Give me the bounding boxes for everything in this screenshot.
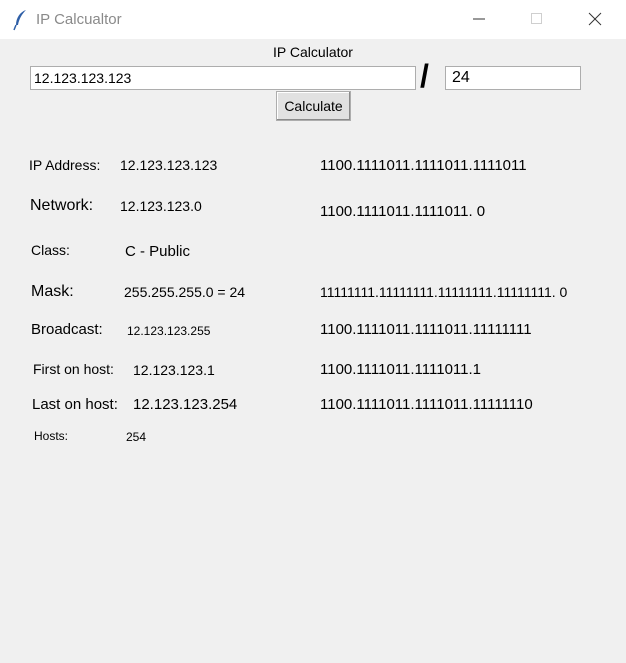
calculate-button[interactable]: Calculate [276, 91, 351, 121]
first-host-label: First on host: [33, 361, 114, 377]
prefix-length-input[interactable] [445, 66, 581, 90]
minimize-icon [473, 18, 485, 20]
hosts-label: Hosts: [34, 429, 69, 443]
ip-address-label: IP Address: [29, 157, 101, 173]
network-label: Network: [30, 197, 94, 214]
first-host-binary: 1100.1111011.1111011.1 [320, 361, 481, 378]
class-value: C - Public [125, 243, 191, 260]
minimize-button[interactable] [456, 0, 502, 39]
mask-binary: 11111111.11111111.11111111.11111111. 0 [320, 284, 568, 300]
ip-address-binary: 1100.1111011.1111011.1111011 [320, 157, 527, 174]
last-host-value: 12.123.123.254 [133, 396, 238, 413]
network-binary: 1100.1111011.1111011. 0 [320, 203, 486, 220]
window-title: IP Calcualtor [36, 11, 122, 28]
maximize-icon [531, 13, 542, 24]
broadcast-label: Broadcast: [31, 321, 103, 338]
title-bar: IP Calcualtor [0, 0, 626, 39]
prefix-separator: / [420, 58, 429, 94]
ip-address-input[interactable] [30, 66, 416, 90]
mask-value: 255.255.255.0 = 24 [124, 284, 246, 300]
ip-address-value: 12.123.123.123 [120, 157, 218, 173]
hosts-value: 254 [126, 430, 147, 444]
close-icon [588, 12, 602, 26]
last-host-label: Last on host: [32, 396, 118, 413]
last-host-binary: 1100.1111011.1111011.11111110 [320, 396, 533, 413]
form-heading: IP Calculator [273, 44, 353, 60]
mask-label: Mask: [31, 283, 74, 300]
close-button[interactable] [572, 0, 618, 39]
feather-icon [13, 9, 29, 31]
first-host-value: 12.123.123.1 [133, 362, 215, 378]
broadcast-value: 12.123.123.255 [127, 324, 211, 338]
class-label: Class: [31, 242, 70, 258]
network-value: 12.123.123.0 [120, 198, 202, 214]
maximize-button[interactable] [514, 0, 560, 39]
broadcast-binary: 1100.1111011.1111011.11111111 [320, 321, 532, 338]
